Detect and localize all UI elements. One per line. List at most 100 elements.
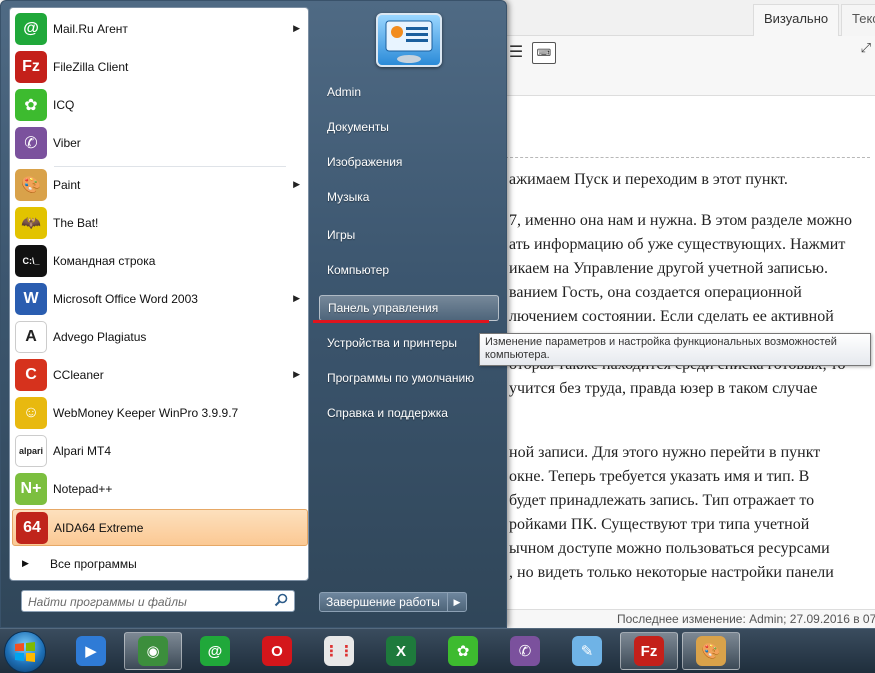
program-label: Mail.Ru Агент [53,22,128,36]
editor-text-line: ать информацию об уже существующих. Нажм… [509,236,846,253]
program-item[interactable]: ☺ WebMoney Keeper WinPro 3.9.9.7 [12,395,308,432]
taskbar-button[interactable]: ◉ [124,632,182,670]
editor-text-line: лючением состоянии. Если сделать ее акти… [509,308,834,325]
start-right-admin[interactable]: Admin [319,79,499,105]
taskbar: ▶ ◉ @ O ⋮⋮ X ✿ ✆ ✎ Fz 🎨 [0,628,875,673]
taskbar-button[interactable]: @ [186,632,244,670]
advego-icon: A [15,321,47,353]
editor-text-line: ычном доступе можно пользоваться ресурса… [509,540,830,557]
start-right-documents[interactable]: Документы [319,114,499,140]
start-menu-programs-pane: @ Mail.Ru Агент ▶ Fz FileZilla Client ✿ ICQ ✆ Vi… [9,7,309,581]
chrome-icon: ◉ [138,636,168,666]
taskbar-button[interactable]: ⋮⋮ [310,632,368,670]
submenu-arrow-icon[interactable]: ▶ [293,23,300,34]
filezilla-icon: Fz [15,51,47,83]
taskbar-button[interactable]: ✎ [558,632,616,670]
program-item[interactable]: Fz FileZilla Client [12,49,308,86]
program-item[interactable]: 64 AIDA64 Extreme [12,509,308,546]
start-button[interactable] [4,631,46,673]
editor-text-line: ванием Гость, она создается операционной [509,284,802,301]
command-prompt-icon: C:\_ [15,245,47,277]
program-label: The Bat! [53,216,99,230]
start-right-games[interactable]: Игры [319,222,499,248]
all-programs-label: Все программы [50,557,137,571]
program-item[interactable]: C:\_ Командная строка [12,243,308,280]
program-label: FileZilla Client [53,60,129,74]
all-programs-button[interactable]: ▶ Все программы [12,552,308,576]
program-label: WebMoney Keeper WinPro 3.9.9.7 [53,406,239,420]
ccleaner-icon: C [15,359,47,391]
program-item[interactable]: ✆ Viber [12,125,308,162]
taskbar-button[interactable]: Fz [620,632,678,670]
program-label: ICQ [53,98,75,112]
windows-logo-icon [15,642,35,662]
submenu-arrow-icon[interactable]: ▶ [293,293,300,304]
aida64-icon: 64 [16,512,48,544]
excel-icon: X [386,636,416,666]
taskbar-button[interactable]: ✿ [434,632,492,670]
submenu-arrow-icon[interactable]: ▶ [293,179,300,190]
start-right-control-panel[interactable]: Панель управления [319,295,499,321]
program-item[interactable]: C CCleaner ▶ [12,357,308,394]
notepadpp-icon: N+ [15,473,47,505]
start-right-music[interactable]: Музыка [319,184,499,210]
program-item[interactable]: @ Mail.Ru Агент ▶ [12,11,308,48]
taskbar-button[interactable]: X [372,632,430,670]
taskbar-button[interactable]: ▶ [62,632,120,670]
media-player-icon: ▶ [76,636,106,666]
paint-palette-icon: 🎨 [15,169,47,201]
program-label: AIDA64 Extreme [54,521,144,535]
program-label: Microsoft Office Word 2003 [53,292,198,306]
start-right-pictures[interactable]: Изображения [319,149,499,175]
program-item[interactable]: W Microsoft Office Word 2003 ▶ [12,281,308,318]
program-item[interactable]: 🎨 Paint ▶ [12,167,308,204]
program-label: CCleaner [53,368,104,382]
word-icon: W [15,283,47,315]
program-item[interactable]: 🦇 The Bat! [12,205,308,242]
taskbar-button[interactable]: O [248,632,306,670]
mailru-agent-icon: @ [200,636,230,666]
start-right-devices-printers[interactable]: Устройства и принтеры [319,330,499,356]
triangle-right-icon: ▶ [22,558,29,568]
editor-text-line: икаем на Управление другой учетной запис… [509,260,828,277]
webmoney-ant-icon: ☺ [15,397,47,429]
paint-palette-icon: 🎨 [696,636,726,666]
icq-flower-icon: ✿ [448,636,478,666]
editor-text-line: ройками ПК. Существуют три типа учетной [509,516,810,533]
editor-text-line: ажимаем Пуск и переходим в этот пункт. [509,171,788,188]
start-right-default-programs[interactable]: Программы по умолчанию [319,365,499,391]
mailru-agent-icon: @ [15,13,47,45]
apps-grid-icon: ⋮⋮ [324,636,354,666]
editor-text-line: , но видеть только некоторые настройки п… [509,564,834,581]
shutdown-options-arrow-icon[interactable]: ▶ [448,593,466,611]
alpari-icon: alpari [15,435,47,467]
viber-icon: ✆ [15,127,47,159]
editor-text-line: будет принадлежать запись. Тип отражает … [509,492,815,509]
program-label: Notepad++ [53,482,113,496]
program-label: Paint [53,178,81,192]
program-item[interactable]: N+ Notepad++ [12,471,308,508]
editor-text-line: учится без труда, правда юзер в таком сл… [509,380,818,397]
start-right-computer[interactable]: Компьютер [319,257,499,283]
editor-text-line: ной записи. Для этого нужно перейти в пу… [509,444,821,461]
program-label: Alpari MT4 [53,444,112,458]
submenu-arrow-icon[interactable]: ▶ [293,369,300,380]
taskbar-button[interactable]: 🎨 [682,632,740,670]
shutdown-button[interactable]: Завершение работы ▶ [319,592,467,612]
program-item[interactable]: ✿ ICQ [12,87,308,124]
program-label: Viber [53,136,81,150]
programs-separator [54,166,286,167]
opera-icon: O [262,636,292,666]
control-panel-picture-icon [385,20,433,63]
program-label: Advego Plagiatus [53,330,147,344]
search-icon[interactable] [274,593,288,607]
start-search-input[interactable]: Найти программы и файлы [21,590,295,612]
start-right-help-support[interactable]: Справка и поддержка [319,400,499,426]
user-picture[interactable] [376,13,442,67]
taskbar-button[interactable]: ✆ [496,632,554,670]
editor-text-line: окне. Теперь требуется указать имя и тип… [509,468,810,485]
viber-icon: ✆ [510,636,540,666]
program-item[interactable]: A Advego Plagiatus [12,319,308,356]
control-panel-red-underline [313,320,489,323]
program-item[interactable]: alpari Alpari MT4 [12,433,308,470]
